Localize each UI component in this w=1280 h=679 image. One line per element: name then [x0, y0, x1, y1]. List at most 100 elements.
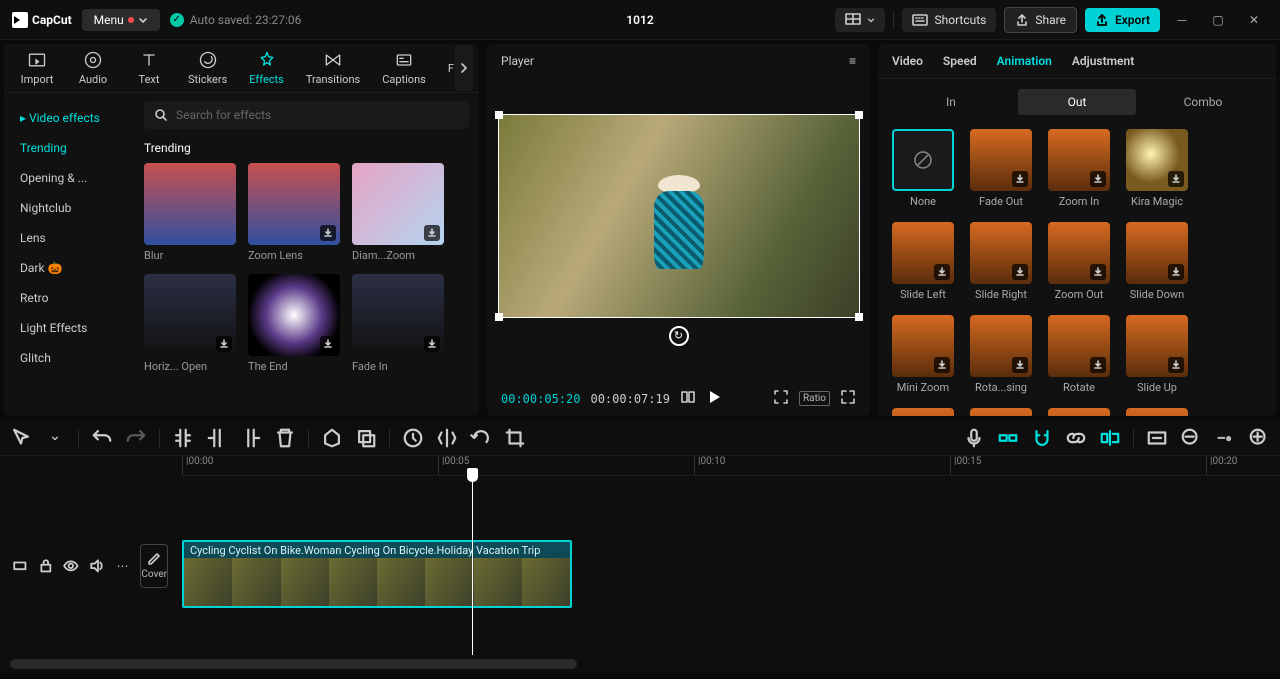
- trim-left-button[interactable]: [206, 427, 228, 449]
- download-icon[interactable]: [424, 225, 440, 241]
- tab-video[interactable]: Video: [892, 54, 923, 68]
- mirror-button[interactable]: [436, 427, 458, 449]
- anim-zoom-in[interactable]: Zoom In: [1048, 129, 1110, 208]
- download-icon[interactable]: [1012, 171, 1028, 187]
- anim-rotating-swing[interactable]: Rota...sing: [970, 315, 1032, 394]
- search-input[interactable]: Search for effects: [144, 101, 469, 129]
- menu-button[interactable]: Menu: [82, 9, 160, 31]
- effect-the-end[interactable]: The End: [248, 274, 340, 373]
- download-icon[interactable]: [1012, 357, 1028, 373]
- playhead[interactable]: [472, 476, 473, 655]
- fullscreen-button[interactable]: [840, 389, 856, 408]
- download-icon[interactable]: [216, 336, 232, 352]
- tab-effects[interactable]: Effects: [243, 50, 290, 86]
- refresh-icon[interactable]: [669, 326, 689, 346]
- download-icon[interactable]: [1090, 357, 1106, 373]
- close-button[interactable]: ✕: [1240, 9, 1268, 31]
- effect-horiz-open[interactable]: Horiz... Open: [144, 274, 236, 373]
- resize-handle[interactable]: [495, 111, 503, 119]
- marker-button[interactable]: [321, 427, 343, 449]
- scrollbar-thumb[interactable]: [10, 659, 577, 669]
- anim-slide-up[interactable]: Slide Up: [1126, 315, 1188, 394]
- tab-animation[interactable]: Animation: [997, 54, 1052, 68]
- subcat-lens[interactable]: Lens: [4, 223, 134, 253]
- anim-rotate[interactable]: Rotate: [1048, 315, 1110, 394]
- track-more-button[interactable]: ⋯: [115, 555, 131, 577]
- undo-button[interactable]: [91, 427, 113, 449]
- scroll-tabs-button[interactable]: [455, 45, 473, 91]
- video-clip[interactable]: Cycling Cyclist On Bike.Woman Cycling On…: [182, 540, 572, 608]
- anim-kira-magic[interactable]: Kira Magic: [1126, 129, 1188, 208]
- download-icon[interactable]: [424, 336, 440, 352]
- compare-button[interactable]: [680, 389, 696, 408]
- resize-handle[interactable]: [495, 313, 503, 321]
- pointer-dropdown[interactable]: [44, 427, 66, 449]
- export-button[interactable]: Export: [1085, 8, 1160, 32]
- snap-button[interactable]: [997, 427, 1019, 449]
- maximize-button[interactable]: ▢: [1204, 9, 1232, 31]
- reverse-button[interactable]: [402, 427, 424, 449]
- download-icon[interactable]: [320, 225, 336, 241]
- share-button[interactable]: Share: [1004, 7, 1077, 33]
- anim-none[interactable]: None: [892, 129, 954, 208]
- tab-text[interactable]: Text: [126, 50, 172, 86]
- timeline-scrollbar[interactable]: [10, 659, 1270, 669]
- tab-out[interactable]: Out: [1018, 89, 1136, 115]
- pointer-tool[interactable]: [10, 427, 32, 449]
- effect-fade-in[interactable]: Fade In: [352, 274, 444, 373]
- anim-mini-zoom[interactable]: Mini Zoom: [892, 315, 954, 394]
- rotate-button[interactable]: [470, 427, 492, 449]
- download-icon[interactable]: [1168, 357, 1184, 373]
- subcat-light[interactable]: Light Effects: [4, 313, 134, 343]
- timeline-tracks[interactable]: ⋯ Cover Cycling Cyclist On Bike.Woman Cy…: [0, 476, 1280, 655]
- layout-button[interactable]: [835, 8, 885, 32]
- download-icon[interactable]: [1012, 264, 1028, 280]
- minimize-button[interactable]: ─: [1168, 9, 1196, 31]
- anim-whirl[interactable]: Whirl: [1048, 408, 1110, 416]
- track-collapse-button[interactable]: [12, 555, 28, 577]
- subcat-nightclub[interactable]: Nightclub: [4, 193, 134, 223]
- subcat-glitch[interactable]: Glitch: [4, 343, 134, 373]
- subcat-dark[interactable]: Dark 🎃: [4, 253, 134, 283]
- ratio-button[interactable]: Ratio: [799, 391, 830, 406]
- track-lock-button[interactable]: [38, 555, 54, 577]
- track-mute-button[interactable]: [89, 555, 105, 577]
- copy-button[interactable]: [355, 427, 377, 449]
- resize-handle[interactable]: [855, 313, 863, 321]
- split-button[interactable]: [172, 427, 194, 449]
- tab-in[interactable]: In: [892, 89, 1010, 115]
- reframe-button[interactable]: [773, 389, 789, 408]
- anim-extra[interactable]: [1126, 408, 1188, 416]
- track-visibility-button[interactable]: [63, 555, 79, 577]
- player-canvas[interactable]: [498, 114, 860, 318]
- trim-right-button[interactable]: [240, 427, 262, 449]
- tab-stickers[interactable]: Stickers: [182, 50, 233, 86]
- download-icon[interactable]: [1168, 264, 1184, 280]
- anim-zoom-out[interactable]: Zoom Out: [1048, 222, 1110, 301]
- fit-button[interactable]: [1146, 427, 1168, 449]
- zoom-out-button[interactable]: [1180, 427, 1202, 449]
- zoom-in-button[interactable]: [1248, 427, 1270, 449]
- download-icon[interactable]: [320, 336, 336, 352]
- subcat-trending[interactable]: Trending: [4, 133, 134, 163]
- anim-slide-right[interactable]: Slide Right: [970, 222, 1032, 301]
- anim-slide-down[interactable]: Slide Down: [1126, 222, 1188, 301]
- shortcuts-button[interactable]: Shortcuts: [902, 8, 996, 32]
- tab-captions[interactable]: Captions: [376, 50, 432, 86]
- anim-rotate-out-2[interactable]: Rota...ut 2: [892, 408, 954, 416]
- timeline-ruler[interactable]: |00:00 |00:05 |00:10 |00:15 |00:20: [180, 456, 1280, 476]
- mic-button[interactable]: [963, 427, 985, 449]
- anim-slide-left[interactable]: Slide Left: [892, 222, 954, 301]
- tab-audio[interactable]: Audio: [70, 50, 116, 86]
- download-icon[interactable]: [1168, 171, 1184, 187]
- tab-adjustment[interactable]: Adjustment: [1072, 54, 1134, 68]
- redo-button[interactable]: [125, 427, 147, 449]
- crop-button[interactable]: [504, 427, 526, 449]
- subcat-opening[interactable]: Opening & ...: [4, 163, 134, 193]
- anim-flip[interactable]: Flip: [970, 408, 1032, 416]
- play-button[interactable]: [706, 389, 722, 408]
- download-icon[interactable]: [1090, 264, 1106, 280]
- preview-button[interactable]: [1099, 427, 1121, 449]
- subcat-retro[interactable]: Retro: [4, 283, 134, 313]
- download-icon[interactable]: [1090, 171, 1106, 187]
